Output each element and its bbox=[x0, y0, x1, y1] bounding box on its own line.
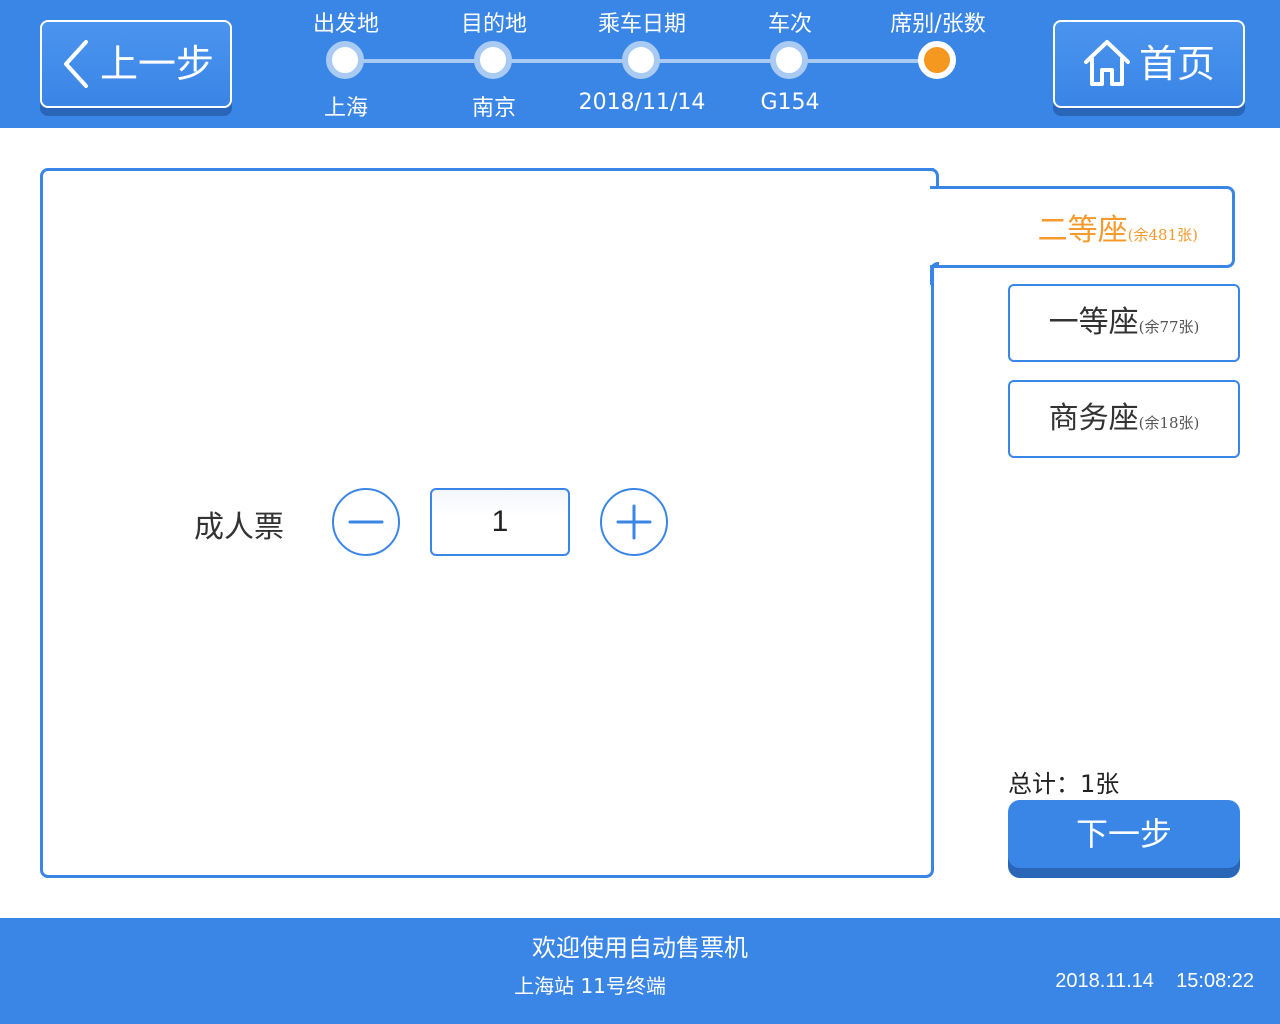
step-departure: 出发地 上海 bbox=[266, 0, 426, 128]
header-bar: 上一步 出发地 上海 目的地 南京 乘车日期 2018/11/14 车次 G15… bbox=[0, 0, 1280, 128]
seat-tab-business-class[interactable]: 商务座(余18张) bbox=[1008, 380, 1240, 458]
step-title: 车次 bbox=[767, 12, 812, 37]
home-icon bbox=[1084, 40, 1130, 86]
minus-icon bbox=[348, 520, 384, 524]
seat-tab-label: 二等座(余481张) bbox=[1038, 205, 1198, 249]
step-date: 乘车日期 2018/11/14 bbox=[562, 0, 722, 128]
step-title: 席别/张数 bbox=[890, 12, 986, 37]
step-title: 乘车日期 bbox=[597, 12, 686, 37]
step-train: 车次 G154 bbox=[710, 0, 870, 128]
next-button[interactable]: 下一步 bbox=[1008, 800, 1240, 868]
step-title: 目的地 bbox=[460, 12, 527, 37]
decrease-button[interactable] bbox=[332, 488, 400, 556]
seat-name: 一等座 bbox=[1048, 305, 1139, 340]
seat-remaining: (余18张) bbox=[1138, 414, 1200, 432]
step-dot bbox=[622, 41, 660, 79]
tab-corner-bottom bbox=[930, 262, 939, 285]
step-dot bbox=[770, 41, 808, 79]
seat-name: 商务座 bbox=[1048, 401, 1139, 436]
step-value: 2018/11/14 bbox=[578, 90, 706, 115]
ticket-type-label: 成人票 bbox=[194, 510, 284, 545]
step-dot bbox=[326, 41, 364, 79]
clock: 2018.11.14 15:08:22 bbox=[1055, 970, 1254, 992]
step-dot bbox=[474, 41, 512, 79]
step-dot-current bbox=[918, 41, 956, 79]
step-seat-count: 席别/张数 bbox=[858, 0, 1018, 128]
home-button[interactable]: 首页 bbox=[1053, 20, 1245, 108]
footer-bar: 欢迎使用自动售票机 上海站 11号终端 2018.11.14 15:08:22 bbox=[0, 918, 1280, 1024]
welcome-text: 欢迎使用自动售票机 bbox=[532, 934, 748, 962]
terminal-info: 上海站 11号终端 bbox=[514, 974, 666, 998]
step-value: 南京 bbox=[471, 96, 516, 121]
step-destination: 目的地 南京 bbox=[414, 0, 574, 128]
quantity-field[interactable]: 1 bbox=[430, 488, 570, 556]
step-value: G154 bbox=[760, 90, 820, 115]
seat-tab-second-class[interactable]: 二等座(余481张) bbox=[930, 186, 1235, 268]
seat-remaining: (余481张) bbox=[1127, 226, 1198, 244]
seat-remaining: (余77张) bbox=[1138, 318, 1200, 336]
home-button-label: 首页 bbox=[1139, 42, 1216, 86]
plus-icon bbox=[616, 504, 652, 540]
seat-name: 二等座 bbox=[1037, 213, 1128, 248]
step-title: 出发地 bbox=[312, 12, 379, 37]
total-count: 总计：1张 bbox=[1008, 770, 1120, 798]
seat-tab-first-class[interactable]: 一等座(余77张) bbox=[1008, 284, 1240, 362]
increase-button[interactable] bbox=[600, 488, 668, 556]
step-value: 上海 bbox=[323, 96, 368, 121]
